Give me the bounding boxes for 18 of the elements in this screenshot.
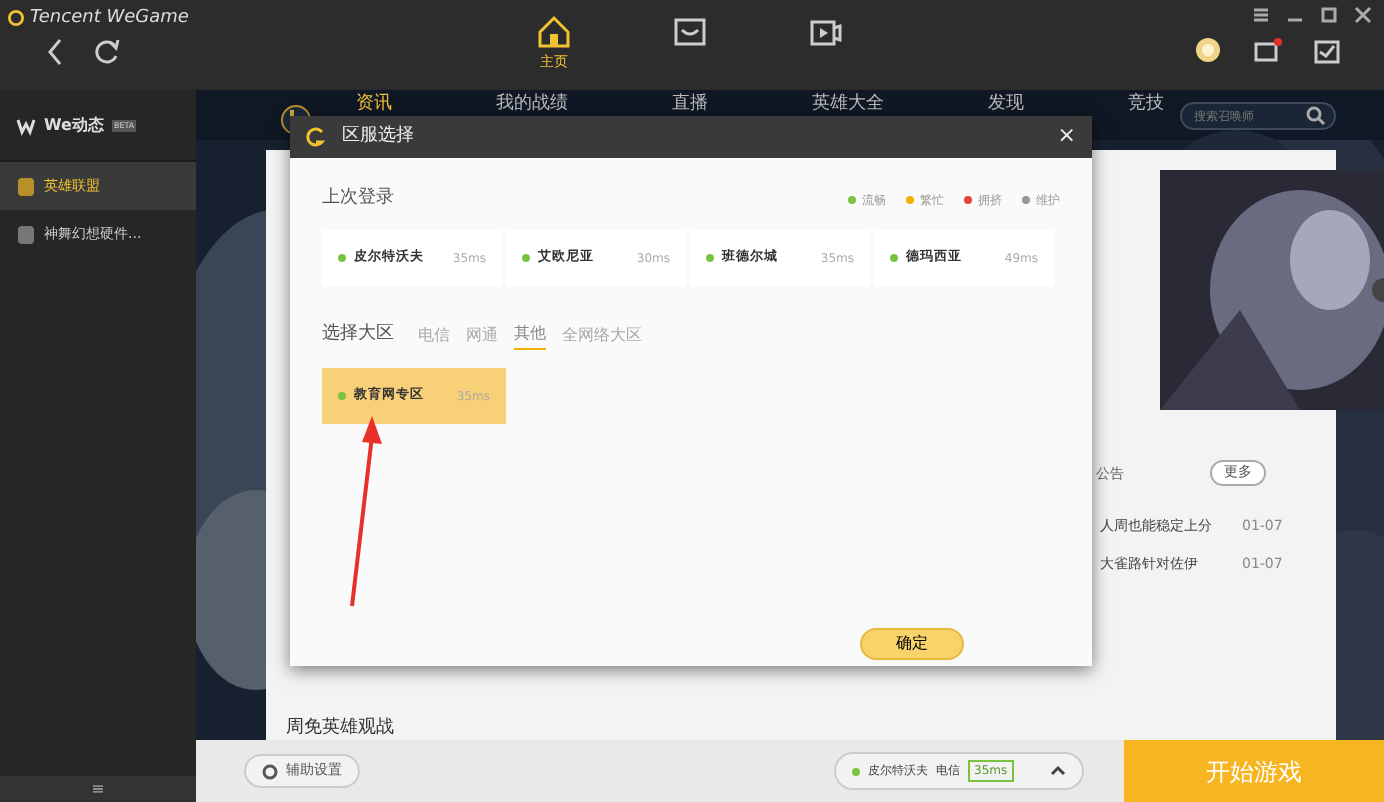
mail-icon[interactable] <box>1314 37 1340 63</box>
app-title: Tencent WeGame <box>8 6 189 33</box>
menu-icon[interactable] <box>1252 6 1270 24</box>
home-icon[interactable] <box>534 12 574 52</box>
w-logo-icon <box>16 115 36 135</box>
close-icon[interactable] <box>1354 6 1372 24</box>
back-icon[interactable] <box>44 36 64 68</box>
chat-icon[interactable] <box>1254 37 1282 63</box>
avatar-icon[interactable] <box>1194 36 1222 64</box>
game-icon <box>16 175 36 197</box>
status-dot <box>852 767 860 775</box>
sidebar-header[interactable]: We动态 <box>44 113 104 137</box>
game-icon <box>16 223 36 245</box>
logo-icon <box>8 9 24 26</box>
menu-icon[interactable]: ≡ <box>0 776 196 802</box>
refresh-icon[interactable] <box>92 36 124 68</box>
caret-icon <box>1050 764 1066 778</box>
maximize-icon[interactable] <box>1320 6 1338 24</box>
